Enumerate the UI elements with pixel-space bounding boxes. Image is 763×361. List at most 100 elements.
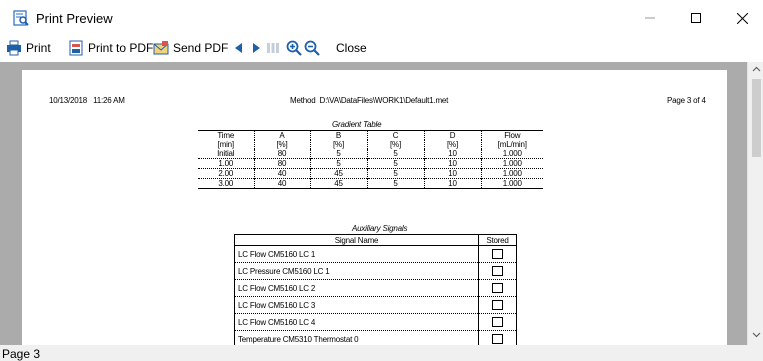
window-title: Print Preview <box>36 11 113 26</box>
gradient-unit-cell: [%] <box>309 140 367 149</box>
table-cell: Initial <box>217 149 235 158</box>
table-cell: 1.000 <box>480 149 543 159</box>
table-cell: 2.00 <box>198 168 254 179</box>
preview-viewport[interactable]: 10/13/2018 11:26 AM Method D:\VA\DataFil… <box>0 62 763 345</box>
table-cell: 5 <box>366 149 424 159</box>
signal-name-header: Signal Name <box>234 234 479 246</box>
table-row: Initial 80 5 5 10 1.000 <box>198 149 543 159</box>
arrow-right-icon <box>253 43 260 53</box>
list-item: LC Flow CM5160 LC 3 <box>234 296 517 314</box>
previous-page-button[interactable] <box>233 37 249 59</box>
method-path: Method D:\VA\DataFiles\WORK1\Default1.me… <box>290 96 449 105</box>
table-row: 1.00 80 5 5 10 1.000 <box>198 158 543 169</box>
table-cell: 10 <box>423 158 481 169</box>
signal-name: LC Flow CM5160 LC 3 <box>234 296 479 314</box>
send-pdf-button[interactable]: Send PDF <box>153 37 228 59</box>
scrollbar-thumb[interactable] <box>752 79 761 157</box>
gradient-unit-cell: [min] <box>217 140 235 149</box>
stored-checkbox[interactable] <box>492 266 503 276</box>
toolbar: Print Print to PDF Send PDF Close <box>0 36 763 60</box>
stored-checkbox[interactable] <box>492 300 503 310</box>
table-cell: 1.000 <box>480 158 543 169</box>
arrow-left-icon <box>235 43 242 53</box>
vertical-scrollbar[interactable] <box>747 62 763 345</box>
stored-cell <box>478 330 517 345</box>
gradient-header-cell: C <box>366 130 424 140</box>
table-cell: 10 <box>423 178 481 189</box>
print-button[interactable]: Print <box>6 37 51 59</box>
report-date: 10/13/2018 11:26 AM <box>49 96 125 105</box>
table-cell: 5 <box>309 158 367 169</box>
gradient-header-cell: Time <box>198 130 254 140</box>
scroll-down-icon[interactable] <box>752 330 761 339</box>
auxiliary-signals-title: Auxiliary Signals <box>352 224 408 233</box>
close-label: Close <box>336 41 367 55</box>
list-item: LC Flow CM5160 LC 1 <box>235 245 517 263</box>
signal-name: LC Flow CM5160 LC 2 <box>234 279 479 297</box>
table-cell: 80 <box>253 149 310 159</box>
page-indicator: Page 3 of 4 <box>667 96 706 105</box>
gradient-unit-cell: [%] <box>253 140 310 149</box>
print-to-pdf-button[interactable]: Print to PDF <box>68 37 153 59</box>
minimize-button[interactable] <box>627 0 673 36</box>
pdf-print-icon <box>69 40 83 56</box>
list-item: Temperature CM5310 Thermostat 0 <box>234 330 517 345</box>
gradient-header-row: Time A B C D Flow <box>198 130 543 140</box>
stored-cell <box>478 262 517 280</box>
print-label: Print <box>26 41 51 55</box>
gradient-header-cell: D <box>423 130 481 140</box>
table-cell: 1.000 <box>480 178 543 189</box>
close-window-button[interactable] <box>719 0 763 36</box>
close-preview-button[interactable]: Close <box>336 37 367 59</box>
scroll-up-icon[interactable] <box>752 65 761 74</box>
stored-checkbox[interactable] <box>492 249 503 259</box>
table-cell: 40 <box>253 168 310 179</box>
print-page: 10/13/2018 11:26 AM Method D:\VA\DataFil… <box>22 70 727 345</box>
gradient-table: Time A B C D Flow [min] [%] [%] [%] [%] … <box>198 130 543 189</box>
gradient-table-title: Gradient Table <box>332 120 382 129</box>
next-page-button[interactable] <box>250 37 266 59</box>
table-cell: 1.00 <box>198 158 254 169</box>
table-cell: 5 <box>366 178 424 189</box>
gradient-unit-cell: [%] <box>366 140 424 149</box>
table-row: 3.00 40 45 5 10 1.000 <box>198 178 543 189</box>
table-cell: 5 <box>309 149 367 159</box>
table-row: 2.00 40 45 5 10 1.000 <box>198 168 543 179</box>
stored-cell <box>478 279 517 297</box>
columns-icon <box>267 43 279 53</box>
stored-cell <box>478 245 517 263</box>
table-cell: 1.000 <box>480 168 543 179</box>
maximize-button[interactable] <box>673 0 719 36</box>
stored-checkbox[interactable] <box>492 283 503 293</box>
auxiliary-header-row: Signal Name Stored <box>234 234 517 246</box>
table-cell: 80 <box>253 158 310 169</box>
printer-icon <box>7 40 21 56</box>
auxiliary-signals-table: Signal Name Stored LC Flow CM5160 LC 1 L… <box>234 234 517 345</box>
zoom-out-button[interactable] <box>304 37 324 59</box>
send-pdf-label: Send PDF <box>173 41 229 55</box>
table-cell: 45 <box>309 178 367 189</box>
signal-name: LC Flow CM5160 LC 4 <box>234 313 479 331</box>
zoom-in-button[interactable] <box>286 37 306 59</box>
table-cell: 45 <box>309 168 367 179</box>
multi-page-button[interactable] <box>266 37 284 59</box>
send-mail-icon <box>153 41 169 55</box>
gradient-unit-cell: [%] <box>423 140 481 149</box>
list-item: LC Pressure CM5160 LC 1 <box>234 262 517 280</box>
stored-cell <box>478 296 517 314</box>
status-bar: Page 3 <box>0 345 763 361</box>
stored-checkbox[interactable] <box>492 317 503 327</box>
table-cell: 10 <box>423 149 481 159</box>
stored-checkbox[interactable] <box>492 334 503 344</box>
print-preview-icon <box>13 10 29 26</box>
minimize-icon <box>645 17 655 19</box>
table-cell: 5 <box>366 168 424 179</box>
maximize-icon <box>691 13 701 23</box>
table-cell: 5 <box>366 158 424 169</box>
gradient-header-cell: Flow <box>480 130 543 140</box>
gradient-units-row: [min] [%] [%] [%] [%] [mL/min] <box>198 140 543 149</box>
gradient-header-cell: B <box>309 130 367 140</box>
stored-cell <box>478 313 517 331</box>
table-cell: 3.00 <box>198 178 254 189</box>
title-bar: Print Preview <box>0 0 763 36</box>
